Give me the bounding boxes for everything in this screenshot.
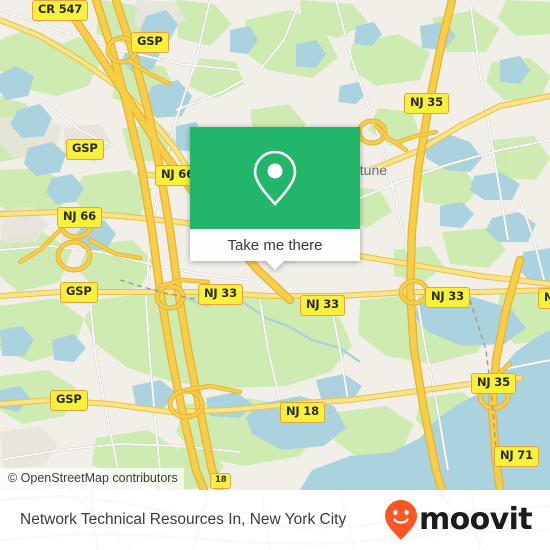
road-shield: NJ 66 [57, 207, 102, 228]
road-shield: GSP [66, 139, 104, 160]
map-popup[interactable]: Take me there [190, 127, 360, 270]
take-me-there-label: Take me there [227, 236, 323, 254]
moovit-smiley-pin-icon [384, 500, 417, 540]
moovit-logo[interactable]: moovit [384, 499, 533, 541]
road-shield: NJ 18 [280, 402, 325, 423]
map-attribution[interactable]: © OpenStreetMap contributors [0, 468, 184, 490]
attribution-text: © OpenStreetMap contributors [8, 471, 178, 485]
take-me-there-button[interactable]: Take me there [190, 229, 360, 270]
road-shield: NJ 33 [300, 295, 345, 316]
moovit-wordmark: moovit [418, 502, 533, 537]
page-footer: Network Technical Resources In, New York… [0, 490, 550, 550]
road-shield: 18 [210, 473, 232, 489]
popup-image-panel [190, 127, 360, 229]
moovit-map-page: CR 547 GSP NJ 35 GSP NJ 66 NJ 66 GSP NJ 33 NJ 33… [0, 0, 550, 550]
road-shield: NJ 33 [425, 287, 470, 308]
road-shield: GSP [60, 282, 98, 303]
road-shield: NJ 35 [404, 93, 449, 114]
road-shield: N [538, 288, 550, 309]
map-pin-icon [253, 150, 297, 206]
footer-content: Network Technical Resources In, New York… [0, 490, 550, 550]
road-shield: NJ 33 [198, 284, 243, 305]
road-shield: CR 547 [32, 0, 89, 21]
road-shield: NJ 35 [471, 373, 516, 394]
map-canvas[interactable]: CR 547 GSP NJ 35 GSP NJ 66 NJ 66 GSP NJ 33 NJ 33… [0, 0, 550, 490]
road-shield: NJ 71 [494, 446, 539, 467]
popup-tail [266, 261, 284, 270]
road-shield: GSP [50, 390, 88, 411]
road-shield: GSP [131, 32, 169, 53]
footer-title: Network Technical Resources In, New York… [20, 511, 347, 528]
